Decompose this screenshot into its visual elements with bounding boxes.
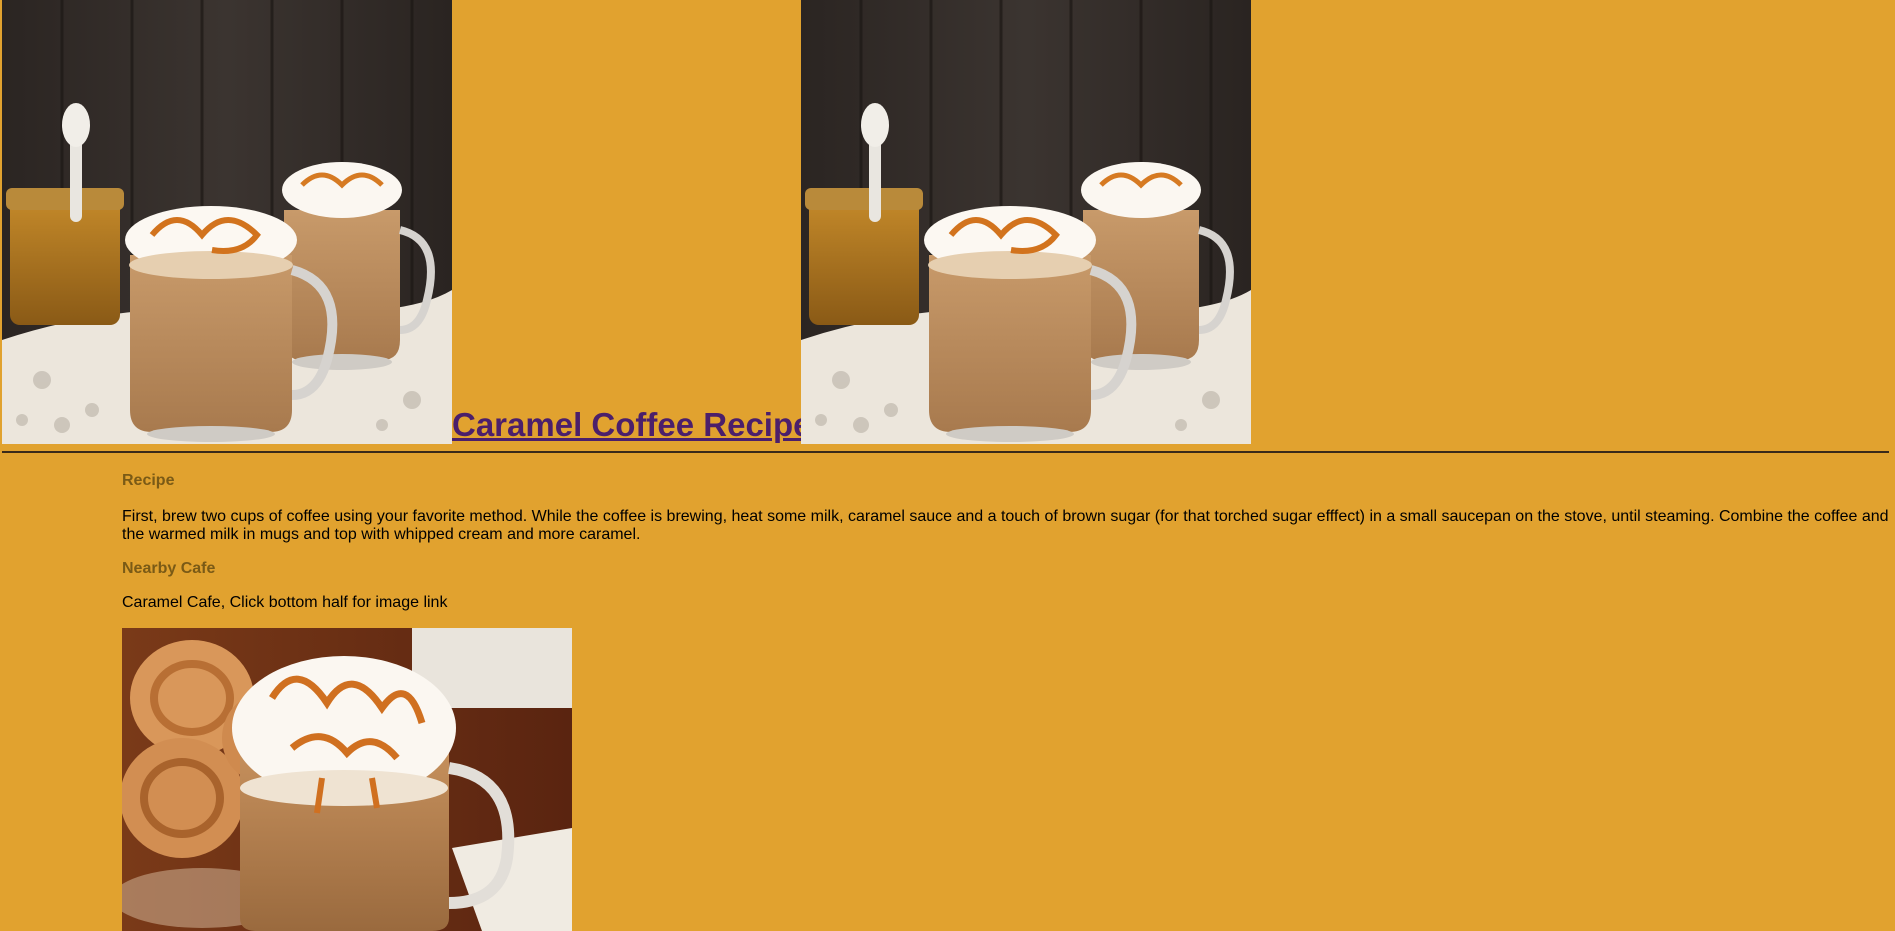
horizontal-rule: [2, 451, 1889, 453]
caramel-coffee-photo-right: [801, 0, 1251, 444]
caramel-coffee-photo-left: [2, 0, 452, 444]
page-header: Caramel Coffee Recipe: [0, 0, 1895, 450]
caramel-coffee-illustration: [801, 0, 1251, 444]
recipe-heading: Recipe: [122, 472, 175, 489]
title-link[interactable]: Caramel Coffee Recipe: [452, 408, 811, 441]
caramel-coffee-illustration: [2, 0, 452, 444]
caramel-cafe-image-link[interactable]: [122, 628, 572, 931]
caramel-latte-cookies-illustration: [122, 628, 572, 931]
nearby-cafe-text: Caramel Cafe, Click bottom half for imag…: [122, 594, 448, 611]
recipe-text: First, brew two cups of coffee using you…: [122, 508, 1889, 543]
nearby-cafe-heading: Nearby Cafe: [122, 560, 216, 577]
